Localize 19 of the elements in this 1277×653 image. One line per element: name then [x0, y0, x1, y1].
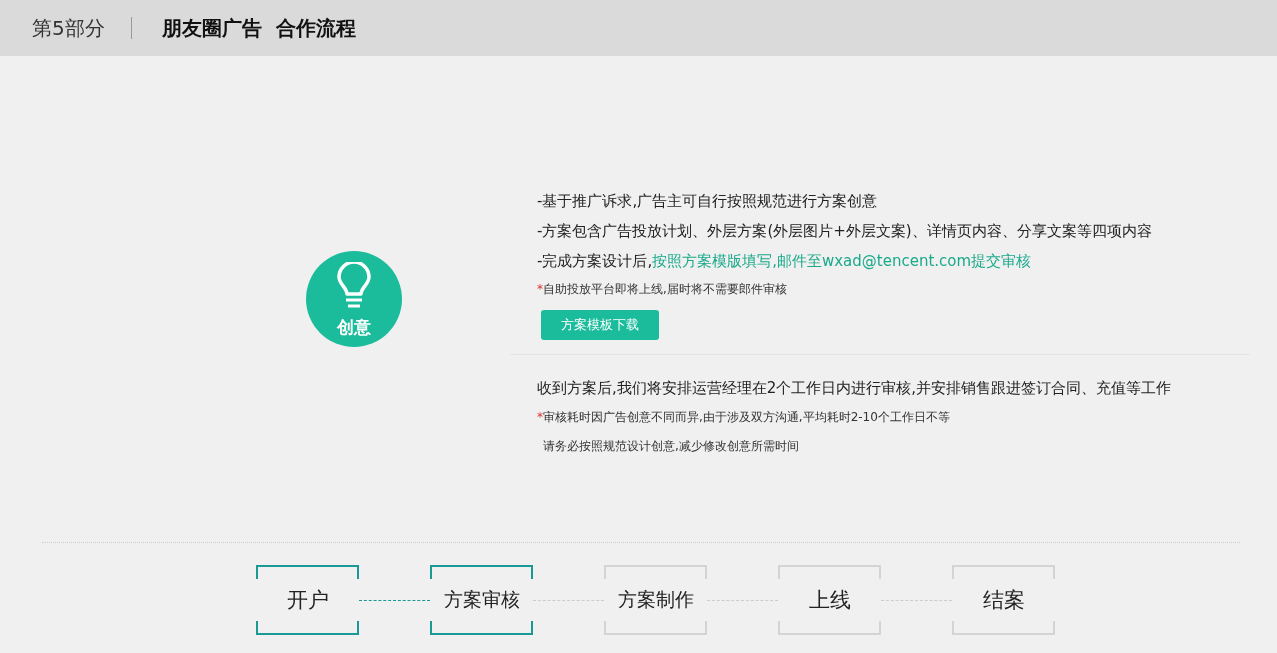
download-button[interactable]: 方案模板下载	[541, 310, 659, 340]
process-step: 方案审核	[430, 565, 533, 635]
section-label: 第5部分	[32, 14, 105, 42]
required-mark: *	[537, 410, 543, 424]
instruction-link[interactable]: 按照方案模版填写,邮件至wxad@tencent.com提交审核	[652, 252, 1032, 270]
required-mark: *	[537, 282, 543, 296]
process-step: 上线	[778, 565, 881, 635]
instruction-text: -完成方案设计后,	[537, 252, 653, 270]
page-title: 朋友圈广告 合作流程	[161, 14, 356, 42]
process-step: 方案制作	[604, 565, 707, 635]
note-text: 审核耗时因广告创意不同而异,由于涉及双方沟通,平均耗时2-10个工作日不等	[543, 410, 950, 424]
instruction-text: 收到方案后,我们将安排运营经理在2个工作日内进行审核,并安排销售跟进签订合同、充值等工作	[537, 379, 1172, 397]
stage-label: 创意	[337, 315, 371, 339]
note-text: 自助投放平台即将上线,届时将不需要郎件审核	[543, 282, 787, 296]
process-step: 结案	[952, 565, 1055, 635]
instruction-text: -基于推广诉求,广告主可自行按照规范进行方案创意	[537, 192, 878, 210]
process-step: 开户	[256, 565, 359, 635]
note-text: 请务必按照规范设计创意,减少修改创意所需时间	[543, 439, 799, 453]
instruction-text: -方案包含广告投放计划、外层方案(外层图片+外层文案)、详情页内容、分享文案等四项内容	[537, 222, 1152, 240]
